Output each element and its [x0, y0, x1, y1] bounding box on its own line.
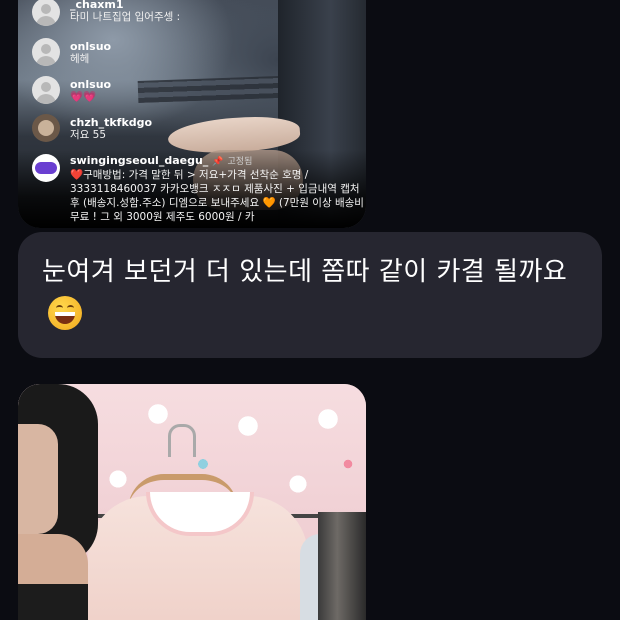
pin-icon: 📌	[212, 157, 224, 167]
store-logo-icon	[32, 154, 60, 182]
hanger-hook	[168, 424, 196, 457]
person-sleeve	[18, 584, 88, 620]
pinned-username: swingingseoul_daegu_ 📌 고정됨	[70, 154, 252, 169]
message-bubble[interactable]: 눈여겨 보던거 더 있는데 쫌따 같이 카결 될까요	[18, 232, 602, 358]
pinned-label: 고정됨	[227, 157, 253, 167]
message-text: 눈여겨 보던거 더 있는데 쫌따 같이 카결 될까요	[42, 257, 568, 287]
comment-message: 💗💗	[70, 91, 97, 103]
emoji-eye-right	[67, 305, 74, 311]
comment-username: chzh_tkfkdgo	[70, 116, 153, 129]
comment-message: 헤헤	[70, 53, 90, 65]
grinning-squinting-face-icon	[48, 296, 82, 330]
avatar-cat-icon	[32, 114, 60, 142]
avatar-placeholder-icon	[32, 38, 60, 66]
comment-message: 타미 나트집업 입어주셍 :	[70, 11, 181, 23]
clothes-rack	[318, 512, 366, 620]
emoji-eye-left	[56, 305, 63, 311]
pinned-username-text: swingingseoul_daegu_	[70, 154, 209, 167]
livestream-screenshot-image[interactable]: _chaxm1 타미 나트집업 입어주셍 : onlsuo 헤헤 onlsuo …	[18, 0, 366, 228]
person-face	[18, 424, 58, 534]
pinned-message: ❤️구매방법: 가격 말한 뒤 > 저요+가격 선착순 호명 / 3333118…	[70, 169, 364, 223]
comment-username: _chaxm1	[70, 0, 124, 11]
emoji-mouth	[55, 312, 75, 324]
comment-username: onlsuo	[70, 40, 112, 53]
comment-message: 저요 55	[70, 129, 107, 141]
message-text-container: 눈여겨 보던거 더 있는데 쫌따 같이 카결 될까요	[42, 250, 582, 338]
photo-attachment-image[interactable]	[18, 384, 366, 620]
comment-username: onlsuo	[70, 78, 112, 91]
avatar-placeholder-icon	[32, 76, 60, 104]
